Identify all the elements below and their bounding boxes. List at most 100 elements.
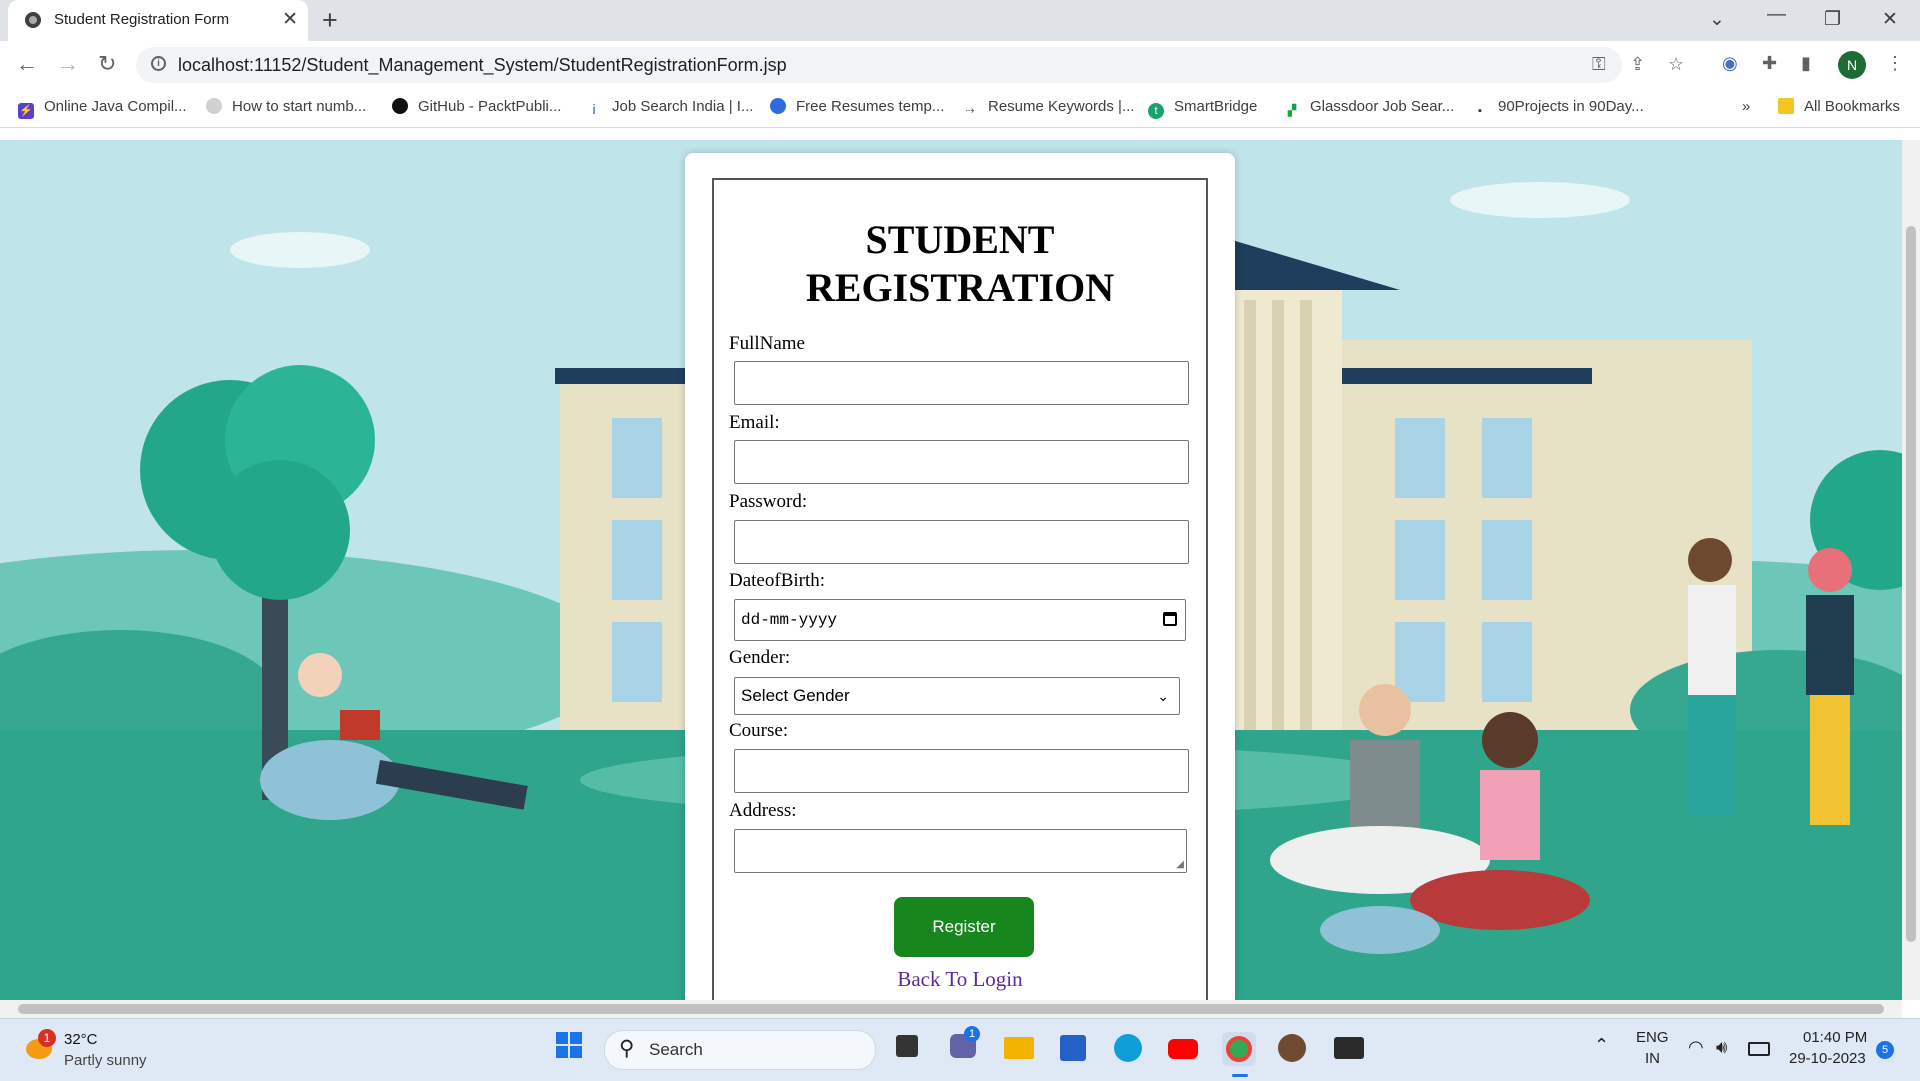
clock-time[interactable]: 01:40 PM: [1803, 1029, 1867, 1046]
close-tab-icon[interactable]: ✕: [282, 8, 298, 31]
course-input[interactable]: [734, 749, 1189, 793]
reload-icon[interactable]: ↻: [98, 51, 116, 77]
language-region[interactable]: IN: [1645, 1050, 1660, 1067]
menu-kebab-icon[interactable]: ⋮: [1886, 53, 1904, 74]
horizontal-scrollbar-thumb[interactable]: [18, 1004, 1884, 1014]
register-button[interactable]: Register: [894, 897, 1034, 957]
bookmark-item[interactable]: ▞ Glassdoor Job Sear...: [1284, 98, 1454, 119]
browser-tab[interactable]: Student Registration Form ✕: [8, 0, 308, 41]
search-label: Search: [649, 1040, 703, 1059]
email-input[interactable]: [734, 440, 1189, 484]
dob-label: DateofBirth:: [729, 570, 826, 591]
window-close-icon[interactable]: ✕: [1882, 8, 1898, 31]
key-icon[interactable]: ⚿: [1592, 54, 1606, 75]
lightning-icon: ⚡: [18, 103, 34, 119]
bookmark-item[interactable]: ⇢ Resume Keywords |...: [962, 98, 1134, 119]
minimize-icon[interactable]: —: [1767, 4, 1786, 26]
password-label: Password:: [729, 491, 808, 512]
weather-temperature: 32°C: [64, 1031, 98, 1048]
tab-strip: Student Registration Form ✕ + ⌄ — ❐ ✕: [0, 0, 1920, 41]
bookmarks-overflow-icon[interactable]: »: [1742, 98, 1750, 115]
gender-label: Gender:: [729, 647, 791, 668]
task-view-icon[interactable]: [896, 1035, 918, 1057]
resize-grip-icon[interactable]: ◢: [1176, 860, 1184, 870]
tab-title: Student Registration Form: [54, 11, 230, 28]
password-input[interactable]: [734, 520, 1189, 564]
back-to-login-link[interactable]: Back To Login: [714, 967, 1206, 992]
bookmark-item[interactable]: Free Resumes temp...: [770, 98, 944, 115]
address-bar[interactable]: i localhost:11152/Student_Management_Sys…: [136, 47, 1684, 83]
registration-card: STUDENT REGISTRATION FullName Email: Pas…: [685, 153, 1235, 1000]
volume-icon[interactable]: 🔊︎: [1716, 1037, 1727, 1058]
file-explorer-icon[interactable]: [1004, 1037, 1034, 1059]
show-hidden-icons-chevron-icon[interactable]: ⌃: [1594, 1035, 1609, 1056]
resume-icon: ⇢: [965, 105, 975, 117]
windows-start-icon[interactable]: [556, 1032, 582, 1058]
tab-search-chevron-icon[interactable]: ⌄: [1709, 8, 1725, 31]
microsoft-store-icon[interactable]: [1060, 1035, 1086, 1061]
calendar-icon[interactable]: [1163, 612, 1177, 626]
bookmark-item[interactable]: How to start numb...: [206, 98, 366, 115]
dob-placeholder: dd-mm-yyyy: [741, 611, 838, 629]
vertical-scrollbar[interactable]: [1902, 140, 1920, 1000]
page-viewport: STUDENT REGISTRATION FullName Email: Pas…: [0, 140, 1902, 1000]
browser-toolbar: ← → ↻ i localhost:11152/Student_Manageme…: [0, 41, 1920, 89]
address-textarea[interactable]: ◢: [734, 829, 1187, 873]
github-icon: [392, 98, 408, 114]
weather-description: Partly sunny: [64, 1052, 147, 1069]
bookmark-item[interactable]: ⚡ Online Java Compil...: [18, 98, 187, 119]
bookmark-item[interactable]: GitHub - PacktPubli...: [392, 98, 561, 115]
site-info-icon[interactable]: i: [151, 56, 166, 71]
edge-browser-icon[interactable]: [1114, 1034, 1142, 1062]
wifi-icon[interactable]: ◠: [1688, 1037, 1704, 1058]
all-bookmarks[interactable]: All Bookmarks: [1778, 98, 1900, 115]
taskbar-search-box[interactable]: ⚲ Search: [604, 1030, 876, 1070]
bookmark-item[interactable]: t SmartBridge: [1148, 98, 1257, 119]
chrome-icon[interactable]: [1222, 1032, 1256, 1077]
globe-icon: [770, 98, 786, 114]
youtube-icon[interactable]: [1168, 1039, 1198, 1059]
back-icon[interactable]: ←: [16, 51, 38, 77]
registration-form: STUDENT REGISTRATION FullName Email: Pas…: [712, 178, 1208, 1000]
forward-icon[interactable]: →: [57, 51, 79, 77]
site-icon: [206, 98, 222, 114]
side-panel-icon[interactable]: ▮: [1801, 53, 1811, 74]
bookmark-item[interactable]: i Job Search India | I...: [586, 98, 753, 117]
bookmark-item[interactable]: ▪ 90Projects in 90Day...: [1472, 98, 1644, 119]
page-favicon-icon: [25, 12, 41, 28]
project-icon: ▪: [1478, 105, 1482, 117]
smartbridge-icon: t: [1148, 103, 1164, 119]
gender-select[interactable]: Select Gender ⌄: [734, 677, 1180, 715]
fullname-input[interactable]: [734, 361, 1189, 405]
email-label: Email:: [729, 412, 780, 433]
bookmarks-bar: ⚡ Online Java Compil... How to start numb…: [0, 89, 1920, 128]
info-bookmark-icon: i: [592, 101, 596, 117]
extension-icon[interactable]: ◉: [1722, 53, 1738, 74]
url-text[interactable]: localhost:11152/Student_Management_Syste…: [178, 55, 787, 76]
bookmark-star-icon[interactable]: ☆: [1668, 54, 1684, 75]
chevron-down-icon: ⌄: [1157, 688, 1169, 704]
notification-badge[interactable]: 5: [1876, 1041, 1894, 1059]
windows-taskbar: 1 32°C Partly sunny ⚲ Search 1 ⌃ ENG IN …: [0, 1018, 1920, 1081]
terminal-icon[interactable]: [1334, 1037, 1364, 1059]
vertical-scrollbar-thumb[interactable]: [1906, 226, 1916, 942]
teams-chat-icon[interactable]: 1: [950, 1026, 980, 1058]
weather-widget[interactable]: 1: [24, 1029, 58, 1065]
app-owl-icon[interactable]: [1278, 1034, 1306, 1062]
battery-icon[interactable]: [1748, 1042, 1770, 1056]
course-label: Course:: [729, 720, 789, 741]
glassdoor-icon: ▞: [1287, 105, 1297, 117]
restore-icon[interactable]: ❐: [1824, 8, 1841, 31]
page-title: STUDENT REGISTRATION: [805, 217, 1115, 310]
teams-badge: 1: [964, 1026, 980, 1042]
dob-input[interactable]: dd-mm-yyyy: [734, 599, 1186, 641]
search-icon: ⚲: [619, 1037, 635, 1060]
language-code[interactable]: ENG: [1636, 1029, 1669, 1046]
horizontal-scrollbar[interactable]: [0, 1000, 1902, 1018]
new-tab-icon[interactable]: +: [322, 5, 338, 36]
profile-avatar[interactable]: N: [1838, 51, 1866, 79]
clock-date[interactable]: 29-10-2023: [1789, 1050, 1866, 1067]
puzzle-extensions-icon[interactable]: ✚: [1762, 53, 1777, 74]
folder-icon: [1778, 98, 1794, 114]
share-icon[interactable]: ⇪: [1630, 54, 1645, 75]
